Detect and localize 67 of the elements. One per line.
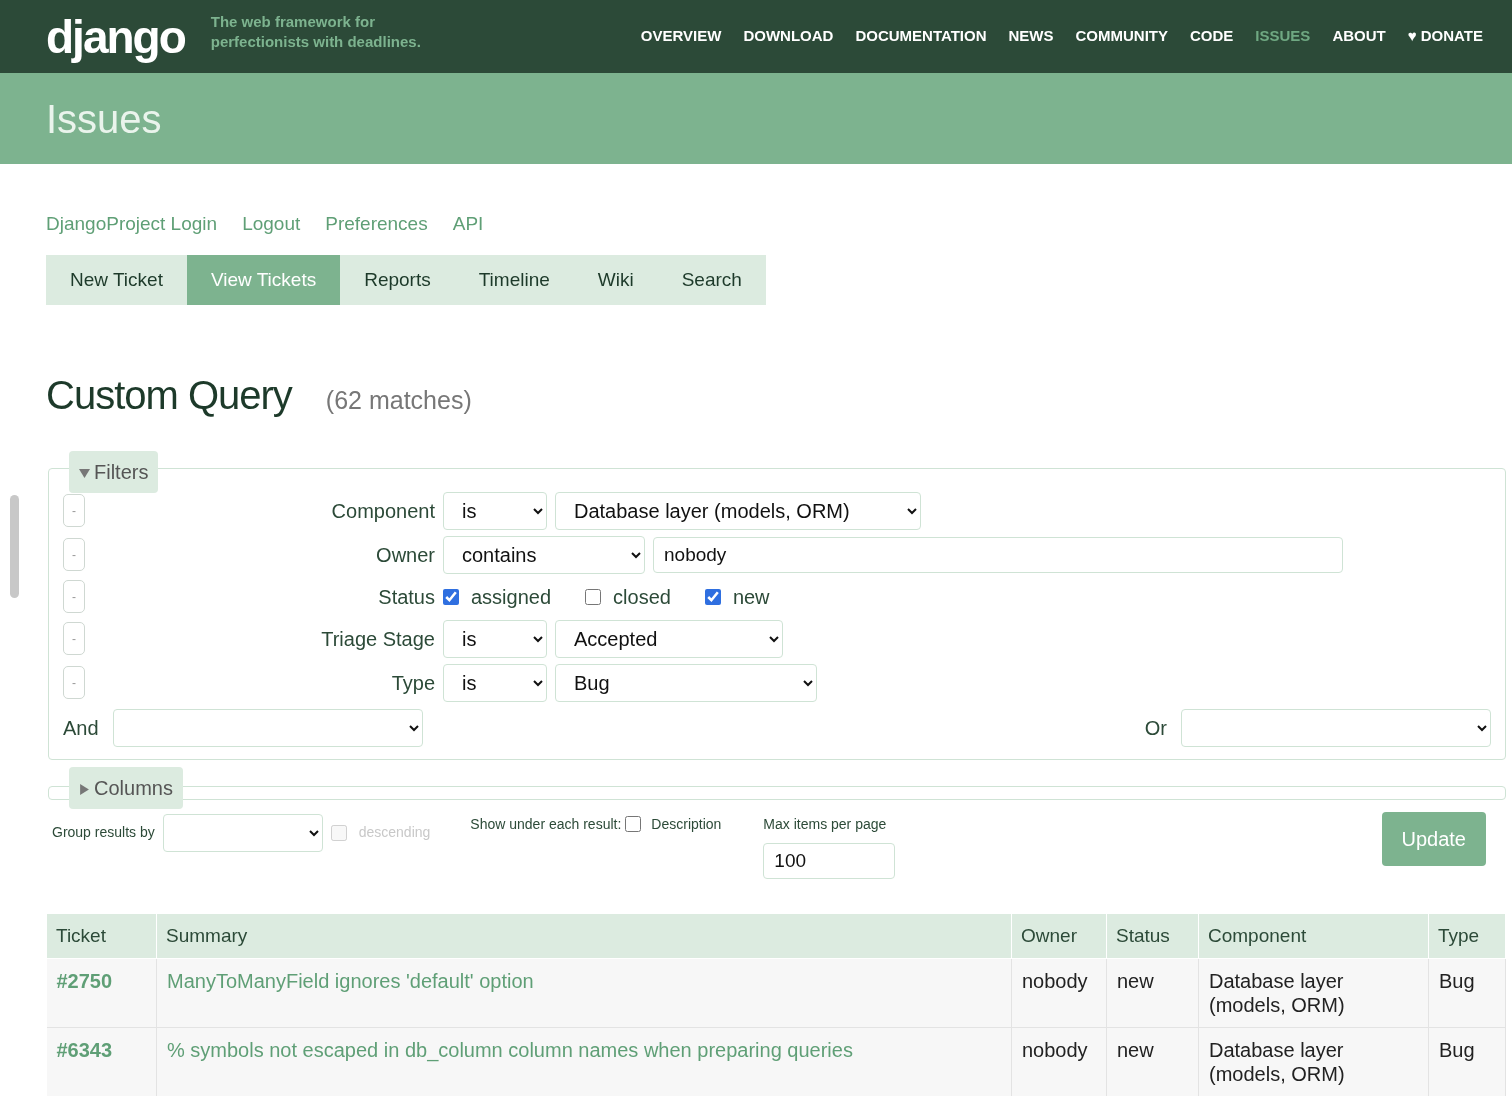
max-items-field[interactable]: 100 <box>763 842 896 879</box>
checkbox[interactable] <box>704 588 721 605</box>
checkbox[interactable] <box>585 588 602 605</box>
and-label: And <box>63 715 99 741</box>
table-cell: Database layer (models, ORM) <box>1198 958 1429 1028</box>
nav-link[interactable]: DOCUMENTATION <box>844 25 998 48</box>
column-header: Status <box>1106 913 1199 959</box>
column-header: Summary <box>156 913 1012 959</box>
value-select[interactable]: Database layer (models, ORM) <box>555 491 921 530</box>
nav-link[interactable]: DOWNLOAD <box>732 25 845 48</box>
table-cell: Bug <box>1428 1027 1506 1096</box>
column-header: Type <box>1428 913 1506 959</box>
table-cell: Database layer (models, ORM) <box>1198 1027 1429 1096</box>
max-items-label: Max items per page <box>763 814 888 834</box>
nav-link[interactable]: ♥ DONATE <box>1396 25 1494 48</box>
tab[interactable]: New Ticket <box>46 254 187 305</box>
checkbox-label: Description <box>651 814 722 834</box>
table-cell: new <box>1106 958 1199 1028</box>
show-label: Show under each result: <box>470 814 622 834</box>
operator-select[interactable]: is <box>443 619 547 658</box>
text-field[interactable]: nobody <box>653 536 1343 573</box>
group-label: Group results by <box>52 823 155 842</box>
nav-link[interactable]: ISSUES <box>1244 25 1322 48</box>
nav-link[interactable]: COMMUNITY <box>1064 25 1179 48</box>
caret-down-icon <box>79 467 90 479</box>
filter-label: Type <box>390 670 435 696</box>
table-cell: Bug <box>1428 958 1506 1028</box>
checkbox[interactable] <box>443 588 459 605</box>
checkbox-label: assigned <box>471 584 552 610</box>
caret-right-icon <box>79 783 90 795</box>
page-title: Issues <box>46 95 162 143</box>
columns-toggle[interactable]: Columns <box>69 766 183 809</box>
column-header: Owner <box>1011 913 1107 959</box>
filters-toggle[interactable]: Filters <box>69 450 159 493</box>
tab[interactable]: Timeline <box>454 254 574 305</box>
tab[interactable]: Wiki <box>573 254 658 305</box>
operator-select[interactable]: is <box>443 663 547 702</box>
checkbox-label: closed <box>613 584 671 610</box>
scrollbar[interactable] <box>10 495 19 598</box>
tab[interactable]: Reports <box>340 254 455 305</box>
nav-link[interactable]: CODE <box>1179 25 1245 48</box>
value-select[interactable]: Accepted <box>555 619 783 658</box>
nav-link[interactable]: ABOUT <box>1321 25 1397 48</box>
column-header: Component <box>1198 913 1429 959</box>
match-count: (62 matches) <box>325 385 472 416</box>
group-select[interactable] <box>162 813 323 852</box>
filter-label: Owner <box>375 542 435 568</box>
operator-select[interactable]: contains <box>443 535 645 574</box>
filter-label: Triage Stage <box>320 626 435 652</box>
filter-label: Component <box>330 498 435 524</box>
checkbox[interactable] <box>625 816 642 832</box>
tab[interactable]: Search <box>657 254 766 305</box>
column-header: Ticket <box>46 913 157 959</box>
or-label: Or <box>1144 715 1167 741</box>
table-cell: nobody <box>1011 1027 1107 1096</box>
checkbox-label: new <box>732 584 770 610</box>
and-select[interactable] <box>112 708 423 747</box>
nav-link[interactable]: NEWS <box>997 25 1065 48</box>
table-cell: nobody <box>1011 958 1107 1028</box>
page-heading: Custom Query <box>46 372 292 419</box>
filter-label: Status <box>377 584 435 610</box>
value-select[interactable]: Bug <box>555 663 817 702</box>
table-cell: new <box>1106 1027 1199 1096</box>
operator-select[interactable]: is <box>443 491 547 530</box>
or-select[interactable] <box>1181 708 1491 747</box>
tagline: The web framework for perfectionists with deadlines. <box>210 11 422 52</box>
nav-link[interactable]: OVERVIEW <box>629 25 733 48</box>
